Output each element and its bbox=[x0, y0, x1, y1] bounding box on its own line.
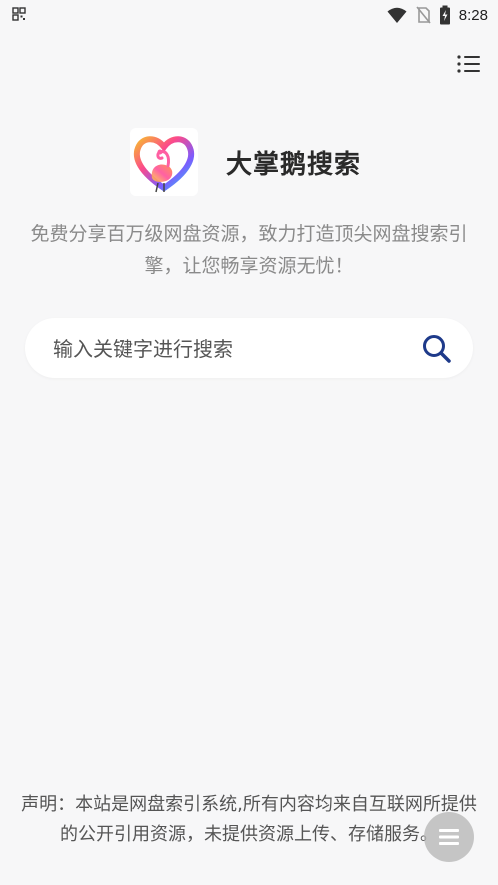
status-icons: 8:28 bbox=[387, 4, 488, 26]
menu-lines-icon bbox=[439, 829, 459, 845]
brand-logo bbox=[130, 128, 198, 196]
menu-button[interactable] bbox=[456, 52, 482, 76]
brand-title: 大掌鹅搜索 bbox=[226, 149, 362, 180]
search-box bbox=[25, 318, 473, 380]
tagline: 免费分享百万级网盘资源，致力打造顶尖网盘搜索引擎，让您畅享资源无忧！ bbox=[30, 223, 468, 277]
status-bar: 8:28 bbox=[0, 0, 498, 30]
flamingo-heart-logo bbox=[133, 136, 195, 193]
floating-menu-button[interactable] bbox=[424, 812, 474, 862]
status-time: 8:28 bbox=[458, 6, 488, 24]
list-menu-icon bbox=[457, 55, 480, 73]
search-icon bbox=[423, 335, 451, 363]
battery-charging-icon bbox=[439, 5, 450, 25]
qr-grid-icon bbox=[12, 7, 26, 21]
search-input[interactable] bbox=[51, 318, 415, 380]
disclaimer-text: 声明：本站是网盘索引系统,所有内容均来自互联网所提供的公开引用资源，未提供资源上… bbox=[21, 794, 477, 845]
search-button[interactable] bbox=[421, 333, 453, 365]
no-sim-icon bbox=[416, 6, 431, 24]
wifi-icon bbox=[387, 7, 407, 23]
brand-header: 大掌鹅搜索 bbox=[130, 128, 361, 196]
